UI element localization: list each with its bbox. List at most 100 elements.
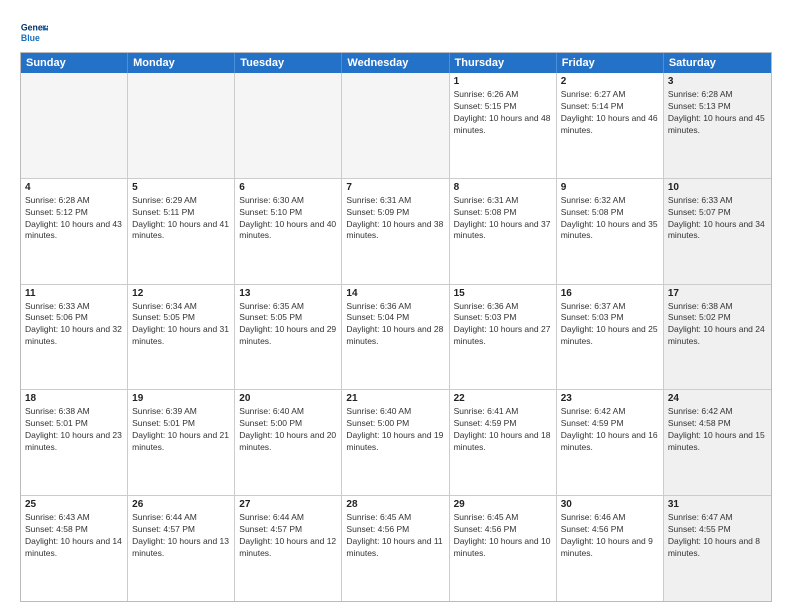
calendar-cell: 28 Sunrise: 6:45 AM Sunset: 4:56 PM Dayli… [342,496,449,601]
calendar-row: 1 Sunrise: 6:26 AM Sunset: 5:15 PM Daylig… [21,73,771,179]
day-number: 12 [132,288,230,299]
day-number: 19 [132,393,230,404]
logo-icon: General Blue [20,18,48,46]
day-number: 4 [25,182,123,193]
calendar: SundayMondayTuesdayWednesdayThursdayFrid… [20,52,772,602]
calendar-header: SundayMondayTuesdayWednesdayThursdayFrid… [21,53,771,73]
day-number: 17 [668,288,767,299]
calendar-cell: 31Sunrise: 6:47 AM Sunset: 4:55 PM Dayli… [664,496,771,601]
day-number: 24 [668,393,767,404]
weekday-header: Friday [557,53,664,73]
calendar-cell: 13Sunrise: 6:35 AM Sunset: 5:05 PM Dayli… [235,285,342,390]
day-info: Sunrise: 6:28 AM Sunset: 5:12 PM Dayligh… [25,195,123,243]
day-info: Sunrise: 6:37 AM Sunset: 5:03 PM Dayligh… [561,301,659,349]
day-info: Sunrise: 6:38 AM Sunset: 5:01 PM Dayligh… [25,406,123,454]
day-info: Sunrise: 6:33 AM Sunset: 5:07 PM Dayligh… [668,195,767,243]
day-number: 2 [561,76,659,87]
day-info: Sunrise: 6:44 AM Sunset: 4:57 PM Dayligh… [239,512,337,560]
day-info: Sunrise: 6:33 AM Sunset: 5:06 PM Dayligh… [25,301,123,349]
calendar-cell [128,73,235,178]
calendar-cell: 3 Sunrise: 6:28 AM Sunset: 5:13 PM Daylig… [664,73,771,178]
day-number: 28 [346,499,444,510]
day-info: Sunrise: 6:40 AM Sunset: 5:00 PM Dayligh… [346,406,444,454]
day-info: Sunrise: 6:31 AM Sunset: 5:08 PM Dayligh… [454,195,552,243]
calendar-row: 18Sunrise: 6:38 AM Sunset: 5:01 PM Dayli… [21,390,771,496]
day-number: 23 [561,393,659,404]
day-info: Sunrise: 6:30 AM Sunset: 5:10 PM Dayligh… [239,195,337,243]
day-info: Sunrise: 6:28 AM Sunset: 5:13 PM Dayligh… [668,89,767,137]
day-number: 27 [239,499,337,510]
calendar-cell: 21 Sunrise: 6:40 AM Sunset: 5:00 PM Dayli… [342,390,449,495]
day-number: 20 [239,393,337,404]
calendar-cell: 30Sunrise: 6:46 AM Sunset: 4:56 PM Dayli… [557,496,664,601]
calendar-cell: 9 Sunrise: 6:32 AM Sunset: 5:08 PM Daylig… [557,179,664,284]
calendar-cell: 2 Sunrise: 6:27 AM Sunset: 5:14 PM Daylig… [557,73,664,178]
day-number: 7 [346,182,444,193]
day-info: Sunrise: 6:34 AM Sunset: 5:05 PM Dayligh… [132,301,230,349]
day-info: Sunrise: 6:41 AM Sunset: 4:59 PM Dayligh… [454,406,552,454]
calendar-cell: 5 Sunrise: 6:29 AM Sunset: 5:11 PM Daylig… [128,179,235,284]
calendar-cell: 12 Sunrise: 6:34 AM Sunset: 5:05 PM Dayli… [128,285,235,390]
calendar-cell: 1 Sunrise: 6:26 AM Sunset: 5:15 PM Daylig… [450,73,557,178]
day-info: Sunrise: 6:32 AM Sunset: 5:08 PM Dayligh… [561,195,659,243]
calendar-cell: 18Sunrise: 6:38 AM Sunset: 5:01 PM Dayli… [21,390,128,495]
day-number: 6 [239,182,337,193]
weekday-header: Tuesday [235,53,342,73]
day-info: Sunrise: 6:45 AM Sunset: 4:56 PM Dayligh… [454,512,552,560]
calendar-cell: 4 Sunrise: 6:28 AM Sunset: 5:12 PM Daylig… [21,179,128,284]
calendar-cell [342,73,449,178]
logo: General Blue [20,18,48,46]
day-info: Sunrise: 6:43 AM Sunset: 4:58 PM Dayligh… [25,512,123,560]
calendar-cell: 15Sunrise: 6:36 AM Sunset: 5:03 PM Dayli… [450,285,557,390]
day-number: 10 [668,182,767,193]
calendar-cell: 17 Sunrise: 6:38 AM Sunset: 5:02 PM Dayli… [664,285,771,390]
day-info: Sunrise: 6:26 AM Sunset: 5:15 PM Dayligh… [454,89,552,137]
calendar-cell: 22 Sunrise: 6:41 AM Sunset: 4:59 PM Dayli… [450,390,557,495]
page: General Blue SundayMondayTuesdayWednesda… [0,0,792,612]
calendar-cell: 10 Sunrise: 6:33 AM Sunset: 5:07 PM Dayli… [664,179,771,284]
calendar-cell: 19 Sunrise: 6:39 AM Sunset: 5:01 PM Dayli… [128,390,235,495]
day-number: 14 [346,288,444,299]
calendar-cell: 24 Sunrise: 6:42 AM Sunset: 4:58 PM Dayli… [664,390,771,495]
day-number: 21 [346,393,444,404]
day-number: 11 [25,288,123,299]
day-info: Sunrise: 6:36 AM Sunset: 5:04 PM Dayligh… [346,301,444,349]
calendar-cell: 16Sunrise: 6:37 AM Sunset: 5:03 PM Dayli… [557,285,664,390]
weekday-header: Sunday [21,53,128,73]
calendar-cell [21,73,128,178]
day-number: 22 [454,393,552,404]
day-number: 9 [561,182,659,193]
day-info: Sunrise: 6:39 AM Sunset: 5:01 PM Dayligh… [132,406,230,454]
day-number: 1 [454,76,552,87]
day-info: Sunrise: 6:42 AM Sunset: 4:58 PM Dayligh… [668,406,767,454]
calendar-cell: 8Sunrise: 6:31 AM Sunset: 5:08 PM Daylig… [450,179,557,284]
day-number: 3 [668,76,767,87]
calendar-cell: 11 Sunrise: 6:33 AM Sunset: 5:06 PM Dayli… [21,285,128,390]
weekday-header: Wednesday [342,53,449,73]
weekday-header: Monday [128,53,235,73]
day-info: Sunrise: 6:27 AM Sunset: 5:14 PM Dayligh… [561,89,659,137]
day-info: Sunrise: 6:45 AM Sunset: 4:56 PM Dayligh… [346,512,444,560]
weekday-header: Saturday [664,53,771,73]
day-info: Sunrise: 6:38 AM Sunset: 5:02 PM Dayligh… [668,301,767,349]
day-info: Sunrise: 6:44 AM Sunset: 4:57 PM Dayligh… [132,512,230,560]
day-info: Sunrise: 6:31 AM Sunset: 5:09 PM Dayligh… [346,195,444,243]
calendar-cell: 14 Sunrise: 6:36 AM Sunset: 5:04 PM Dayli… [342,285,449,390]
day-number: 31 [668,499,767,510]
weekday-header: Thursday [450,53,557,73]
day-number: 15 [454,288,552,299]
calendar-cell: 20Sunrise: 6:40 AM Sunset: 5:00 PM Dayli… [235,390,342,495]
calendar-row: 4 Sunrise: 6:28 AM Sunset: 5:12 PM Daylig… [21,179,771,285]
calendar-cell [235,73,342,178]
calendar-cell: 7 Sunrise: 6:31 AM Sunset: 5:09 PM Daylig… [342,179,449,284]
calendar-row: 11 Sunrise: 6:33 AM Sunset: 5:06 PM Dayli… [21,285,771,391]
day-info: Sunrise: 6:29 AM Sunset: 5:11 PM Dayligh… [132,195,230,243]
calendar-cell: 29 Sunrise: 6:45 AM Sunset: 4:56 PM Dayli… [450,496,557,601]
calendar-cell: 6 Sunrise: 6:30 AM Sunset: 5:10 PM Daylig… [235,179,342,284]
day-number: 30 [561,499,659,510]
day-info: Sunrise: 6:42 AM Sunset: 4:59 PM Dayligh… [561,406,659,454]
calendar-cell: 26Sunrise: 6:44 AM Sunset: 4:57 PM Dayli… [128,496,235,601]
svg-text:Blue: Blue [21,33,40,43]
day-number: 29 [454,499,552,510]
day-number: 5 [132,182,230,193]
